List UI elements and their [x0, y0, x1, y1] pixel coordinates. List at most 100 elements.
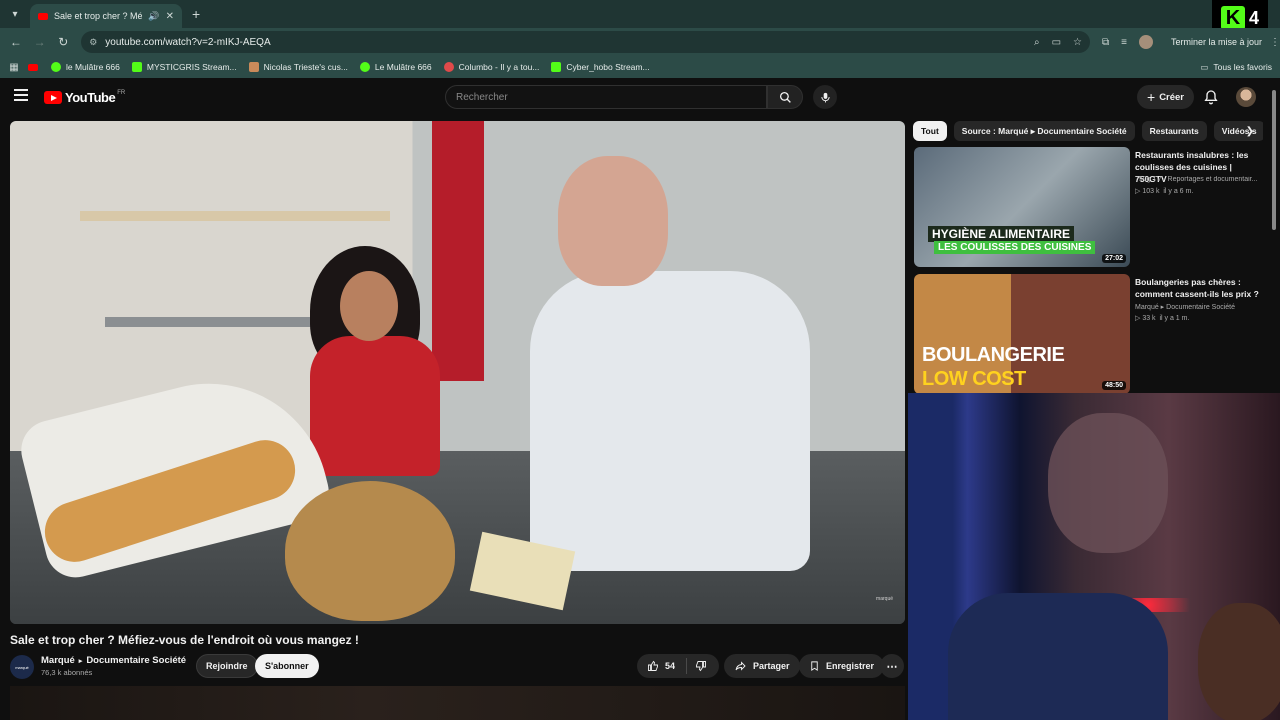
description-area-preview: [10, 686, 905, 720]
recommended-meta: ▷ 33 k il y a 1 m.: [1135, 314, 1189, 322]
chip-restaurants[interactable]: Restaurants: [1141, 121, 1207, 141]
save-bookmark-icon: [811, 661, 818, 671]
media-controls-icon[interactable]: ≡: [1121, 37, 1127, 48]
recommended-channel[interactable]: Marqué ▸ Documentaire Société: [1135, 303, 1263, 311]
recommended-meta: ▷ 103 k il y a 6 m.: [1135, 187, 1193, 195]
notifications-bell-icon[interactable]: [1203, 88, 1219, 106]
more-actions-icon[interactable]: ⋯: [880, 654, 904, 678]
bookmark-label: Cyber_hobo Stream...: [566, 62, 650, 72]
microphone-icon: [820, 92, 830, 103]
kick-logo-icon: K: [1220, 6, 1245, 30]
recommended-video[interactable]: HYGIÈNE ALIMENTAIRE LES COULISSES DES CU…: [914, 147, 1274, 267]
view-count: 33 k: [1142, 315, 1156, 322]
upload-age: il y a 6 m.: [1163, 188, 1194, 195]
like-dislike-group: 54: [637, 654, 719, 678]
bookmark-label: Columbo - Il y a tou...: [458, 62, 540, 72]
bookmark-item[interactable]: MYSTICGRIS Stream...: [131, 62, 237, 72]
forward-arrow-icon[interactable]: →: [28, 35, 52, 49]
dislike-button[interactable]: [687, 660, 707, 672]
all-bookmarks-label: Tous les favoris: [1213, 62, 1272, 72]
bookmark-label: MYSTICGRIS Stream...: [146, 62, 237, 72]
upload-age: il y a 1 m.: [1159, 315, 1190, 322]
bookmark-item[interactable]: Columbo - Il y a tou...: [443, 62, 540, 72]
like-button[interactable]: 54: [637, 658, 687, 674]
cast-icon[interactable]: ▭: [1052, 37, 1061, 48]
youtube-logo[interactable]: YouTube FR: [44, 90, 125, 105]
video-watermark: marqué: [876, 596, 893, 602]
region-code: FR: [117, 89, 126, 96]
video-title: Sale et trop cher ? Méfiez-vous de l'end…: [10, 633, 359, 647]
address-bar[interactable]: ⚙ youtube.com/watch?v=2-mIKJ-AEQA ⌕ ▭ ☆: [81, 31, 1090, 53]
bookmark-item[interactable]: Cyber_hobo Stream...: [551, 62, 650, 72]
profile-avatar-small[interactable]: [1138, 35, 1153, 49]
extensions-icon[interactable]: ⧉: [1102, 37, 1109, 48]
create-button[interactable]: + Créer: [1137, 85, 1195, 109]
webcam-person: [948, 593, 1168, 720]
recommended-title[interactable]: Boulangeries pas chères : comment cassen…: [1135, 276, 1263, 300]
video-player[interactable]: marqué: [10, 121, 905, 624]
browser-menu-icon[interactable]: ⋮: [1270, 37, 1280, 48]
search-input[interactable]: Rechercher: [445, 85, 767, 109]
thumbs-down-icon: [696, 661, 706, 672]
audio-playing-icon[interactable]: 🔊: [148, 11, 159, 22]
subscriber-count: 76,3 k abonnés: [41, 668, 93, 677]
channel-avatar[interactable]: marqué: [10, 655, 34, 679]
bookmark-label: Nicolas Trieste's cus...: [263, 62, 348, 72]
reload-icon[interactable]: ↻: [51, 35, 75, 49]
custom-bookmark-icon: [248, 62, 259, 72]
account-avatar[interactable]: [1236, 87, 1256, 107]
apps-grid-icon[interactable]: ▦: [0, 62, 28, 73]
update-browser-button[interactable]: Terminer la mise à jour: [1163, 32, 1270, 52]
address-url[interactable]: youtube.com/watch?v=2-mIKJ-AEQA: [105, 37, 1022, 48]
zoom-icon[interactable]: ⌕: [1034, 37, 1040, 48]
thumbnail-caption: BOULANGERIE: [922, 344, 1065, 366]
kick-bookmark-icon: [131, 62, 142, 72]
voice-search-button[interactable]: [813, 85, 837, 109]
video-frame-person: [530, 271, 810, 571]
chip-source[interactable]: Source : Marqué ▸ Documentaire Société: [953, 121, 1135, 141]
channel-name-text: Marqué: [41, 655, 75, 666]
recommended-video[interactable]: BOULANGERIE LOW COST 48:50 Boulangeries …: [914, 274, 1274, 394]
video-thumbnail[interactable]: BOULANGERIE LOW COST 48:50: [914, 274, 1130, 394]
search-button[interactable]: [767, 85, 803, 109]
bookmarks-bar: ▦ le Mulâtre 666 MYSTICGRIS Stream... Ni…: [0, 56, 1280, 78]
site-info-icon[interactable]: ⚙: [89, 37, 97, 48]
video-frame-person: [558, 156, 668, 286]
share-button[interactable]: Partager: [724, 654, 800, 678]
bookmark-item[interactable]: Nicolas Trieste's cus...: [248, 62, 348, 72]
youtube-favicon-icon: [38, 12, 48, 20]
bookmark-youtube[interactable]: [28, 63, 43, 71]
kick-badge-number: 4: [1248, 7, 1259, 28]
all-bookmarks-folder[interactable]: ▭ Tous les favoris: [1200, 56, 1272, 78]
youtube-wordmark: YouTube: [65, 90, 116, 105]
subscribe-button[interactable]: S'abonner: [255, 654, 319, 678]
channel-name[interactable]: Marqué ▸ Documentaire Société: [41, 655, 186, 666]
back-arrow-icon[interactable]: ←: [4, 35, 28, 49]
kick-bookmark-icon: [51, 62, 61, 72]
browser-tab-active[interactable]: Sale et trop cher ? Méfiez-v 🔊 ✕: [30, 4, 182, 28]
thumbnail-caption: LOW COST: [922, 368, 1026, 390]
share-arrow-icon: [735, 661, 746, 671]
save-button[interactable]: Enregistrer: [799, 654, 885, 678]
bookmark-item[interactable]: le Mulâtre 666: [51, 62, 120, 72]
video-frame-person: [310, 336, 440, 476]
new-tab-icon[interactable]: +: [192, 6, 200, 22]
recommended-channel[interactable]: 750g TV - Reportages et documentair...: [1135, 176, 1263, 183]
bookmark-item[interactable]: Le Mulâtre 666: [359, 62, 432, 72]
browser-tabstrip: ▾ Sale et trop cher ? Méfiez-v 🔊 ✕ + K 4: [0, 0, 1280, 36]
tab-search-menu-icon[interactable]: ▾: [4, 3, 26, 25]
related-filter-chips: Tout Source : Marqué ▸ Documentaire Soci…: [913, 121, 1263, 141]
chevron-right-icon[interactable]: ❯: [1240, 121, 1260, 141]
guide-menu-icon[interactable]: [14, 89, 28, 101]
search-icon: [779, 91, 791, 103]
bookmark-star-icon[interactable]: ☆: [1073, 37, 1082, 48]
video-thumbnail[interactable]: HYGIÈNE ALIMENTAIRE LES COULISSES DES CU…: [914, 147, 1130, 267]
chip-all[interactable]: Tout: [913, 121, 947, 141]
folder-icon: ▭: [1200, 61, 1209, 72]
close-tab-icon[interactable]: ✕: [166, 11, 174, 22]
kick-bookmark-icon: [359, 62, 370, 72]
join-button[interactable]: Rejoindre: [196, 654, 258, 678]
channel-avatar-text: marqué: [15, 664, 29, 670]
page-scrollbar[interactable]: [1272, 90, 1276, 230]
bookmark-label: le Mulâtre 666: [66, 62, 120, 72]
